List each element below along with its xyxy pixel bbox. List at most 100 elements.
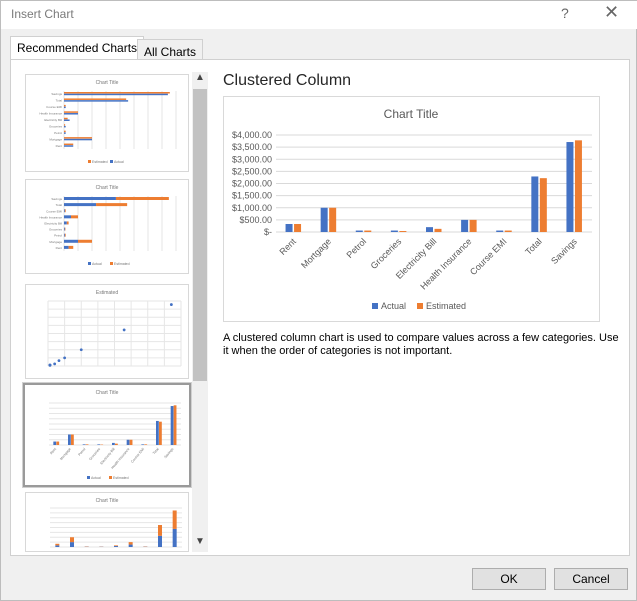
scatter-point [169,303,173,306]
bar-actual [64,106,66,109]
bar-estimated [114,545,118,547]
category-label: Groceries [49,124,63,128]
legend-label: Actual [91,476,101,480]
thumbnail-stacked-bar[interactable]: Chart Title Savings Total Course EMI Health … [25,179,189,274]
scroll-down-arrow-icon[interactable]: ▼ [192,536,208,552]
y-tick-label: $1,000.00 [232,203,272,213]
x-tick-label: Groceries [369,236,404,271]
scatter-point [48,363,52,367]
legend-swatch [87,476,90,479]
bar-estimated [78,239,92,243]
thumbnail-scatter[interactable]: Estimated [25,284,189,379]
bar-actual [64,100,129,102]
bar-estimated [364,230,372,232]
bar-actual [426,227,433,232]
category-label: Health Insurance [39,215,62,219]
thumbnail-title: Estimated [96,290,118,296]
thumbnail-scrollbar[interactable]: ▲ ▼ [192,72,208,552]
bar-actual [172,528,177,547]
bar-estimated [539,178,547,232]
legend-label: Estimated [113,476,129,480]
tab-all-charts[interactable]: All Charts [137,39,204,61]
category-label: Groceries [88,447,101,461]
y-tick-label: $2,000.00 [232,179,272,189]
bar-actual [70,542,74,547]
bar-estimated [329,207,337,232]
bar-estimated [64,137,92,139]
cancel-button[interactable]: Cancel [554,568,628,590]
category-label: Rent [56,246,63,250]
x-tick-label: Total [523,236,544,257]
bar-estimated [129,439,133,445]
bar-estimated [96,203,128,207]
bar-estimated [70,537,74,543]
category-label: Rent [49,447,57,455]
bar-estimated [172,510,177,529]
bar-actual [64,221,67,225]
bar-estimated [128,542,133,545]
bar-estimated [64,104,66,107]
bar-actual [114,546,118,547]
y-tick-label: $3,000.00 [232,154,272,164]
bar-estimated [64,98,127,100]
bar-estimated [56,441,60,445]
bar-actual [128,544,133,547]
category-label: Rent [56,144,63,148]
thumbnail-clustered-bar[interactable]: Chart Title Savings Total Course EMI Health … [25,74,189,172]
chart-preview: Chart Title $- $500.00 $1,000.00 $1,500.00 $2… [223,96,600,322]
category-label: Mortgage [49,137,62,141]
x-tick-label: Rent [277,236,298,257]
bar-actual [285,223,293,232]
bar-estimated [55,543,60,546]
bar-actual [64,245,69,249]
bar-actual [156,420,159,445]
category-label: Course EMI [130,447,145,464]
ok-button[interactable]: OK [472,568,546,590]
thumbnail-title: Chart Title [96,390,119,396]
bar-estimated [574,140,582,232]
bar-actual [64,132,66,134]
legend-label: Actual [381,301,406,311]
bar-actual [64,125,66,128]
help-button[interactable]: ? [561,5,569,21]
category-label: Savings [51,92,62,96]
y-tick-label: $2,500.00 [232,166,272,176]
bar-actual [64,227,65,231]
y-tick-label: $1,500.00 [232,191,272,201]
y-tick-label: $4,000.00 [232,130,272,140]
bar-estimated [159,421,162,445]
scatter-point [63,356,67,360]
bar-estimated [64,209,66,213]
bar-actual [64,215,71,219]
scatter-point [79,348,83,352]
category-label: Total [56,99,63,103]
bar-estimated [64,92,170,94]
bar-actual [141,444,145,445]
bar-actual [64,197,116,200]
bar-estimated [64,124,66,126]
bar-estimated [68,245,74,249]
tab-recommended-charts[interactable]: Recommended Charts [10,36,145,60]
bar-actual [64,138,92,141]
category-label: Petrol [77,447,86,457]
category-label: Total [152,447,160,455]
scroll-up-arrow-icon[interactable]: ▲ [192,72,208,88]
thumbnail-clustered-column[interactable]: Chart Title Rent Mortgage Petrol Groceries El… [22,382,192,488]
bar-actual [496,230,504,232]
legend-label: Estimated [114,262,130,266]
close-button[interactable]: ✕ [604,2,619,23]
category-label: Mortgage [49,240,62,244]
legend-swatch [372,303,378,309]
legend-swatch [110,160,113,163]
bar-estimated [158,525,162,536]
y-tick-label: $- [264,227,272,237]
thumbnail-title: Chart Title [96,498,119,504]
bar-estimated [71,215,78,219]
category-label: Course EMI [46,105,62,109]
scatter-point [53,362,57,366]
scrollbar-thumb[interactable] [193,89,207,381]
thumbnail-stacked-column[interactable]: Chart Title [25,492,189,552]
chart-type-name: Clustered Column [223,72,352,89]
legend-label: Actual [92,262,102,266]
bar-actual [390,230,398,232]
